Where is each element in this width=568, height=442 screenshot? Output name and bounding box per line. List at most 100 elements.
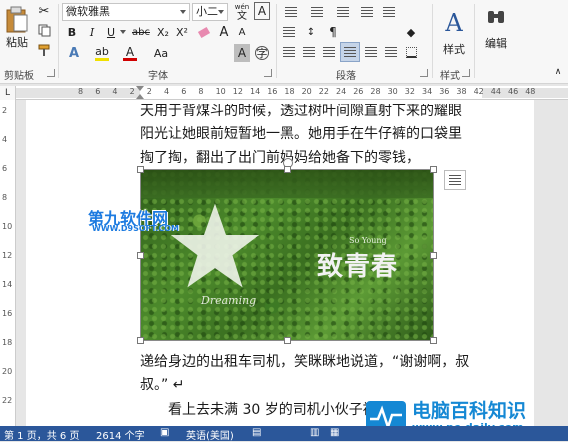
paragraph-group-label: 段落: [336, 71, 356, 82]
paste-button[interactable]: 粘贴: [4, 4, 30, 52]
collapse-ribbon-button[interactable]: ∧: [552, 66, 564, 78]
align-left-button[interactable]: [280, 44, 298, 60]
chinese-layout-button[interactable]: [280, 24, 298, 40]
separator: [432, 4, 433, 78]
enclosed-char-button[interactable]: 字: [254, 44, 270, 62]
borders-button[interactable]: [402, 44, 420, 60]
multilevel-list-button[interactable]: [332, 4, 354, 20]
text-line[interactable]: 看上去未满 30 岁的司机小伙子被: [140, 399, 377, 419]
ruler-number: 4: [2, 135, 8, 144]
text-effects-button[interactable]: A: [64, 44, 84, 62]
format-painter-button[interactable]: [36, 42, 52, 58]
bullets-button[interactable]: [280, 4, 302, 20]
underline-label: U: [106, 25, 116, 39]
paragraph-launcher[interactable]: [420, 69, 428, 77]
editing-button[interactable]: 编辑: [480, 4, 512, 54]
layout-options-button[interactable]: [444, 170, 466, 190]
cut-button[interactable]: ✂: [36, 3, 52, 19]
format-painter-icon: [38, 44, 49, 56]
resize-handle-se[interactable]: [430, 337, 437, 344]
highlight-button[interactable]: ab: [92, 44, 112, 62]
justify-button[interactable]: [340, 42, 360, 62]
font-color-letter: A: [125, 44, 135, 59]
decrease-indent-button[interactable]: [358, 4, 376, 20]
wen-button[interactable]: wén 文: [232, 2, 252, 22]
char-border-button[interactable]: A: [254, 2, 270, 20]
resize-handle-sw[interactable]: [137, 337, 144, 344]
styles-launcher[interactable]: [462, 69, 470, 77]
clipboard-launcher[interactable]: [47, 69, 55, 77]
first-line-indent-marker[interactable]: [136, 86, 144, 91]
strikethrough-button[interactable]: abc: [131, 24, 151, 40]
chevron-down-icon: [218, 10, 224, 14]
ruler-number: 10: [215, 87, 226, 96]
resize-handle-n[interactable]: [284, 166, 291, 173]
styles-group-label: 样式: [440, 71, 460, 82]
numbering-button[interactable]: [306, 4, 328, 20]
ruler-number: 18: [284, 87, 295, 96]
superscript-button[interactable]: X²: [174, 24, 190, 40]
proofing-icon[interactable]: ▣: [160, 427, 169, 438]
font-color-button[interactable]: A: [120, 44, 140, 62]
brand-title: 电脑百科知识: [412, 400, 527, 422]
underline-dropdown[interactable]: [119, 24, 127, 40]
horizontal-ruler[interactable]: 8 6 4 2 2 4 6 8 10 12 14 16 18 20 22 24 26 28 30 32 34 36 38 42…: [16, 86, 568, 100]
shrink-font-char: A: [238, 26, 246, 38]
copy-button[interactable]: [36, 22, 52, 38]
vertical-ruler[interactable]: 2 4 6 8 10 12 14 16 18 20 22: [0, 100, 16, 426]
ruler-number: 48: [525, 87, 536, 96]
ruler-number: 20: [301, 87, 312, 96]
ruler-number: 6: [181, 87, 187, 96]
italic-button[interactable]: I: [84, 24, 100, 40]
chinese-layout-icon: [283, 27, 295, 37]
resize-handle-w[interactable]: [137, 252, 144, 259]
font-size-dropdown[interactable]: 小二: [192, 3, 228, 21]
line-spacing-button[interactable]: [382, 44, 400, 60]
font-launcher[interactable]: [264, 69, 272, 77]
change-case-button[interactable]: Aa: [148, 44, 174, 62]
styles-icon: A: [445, 9, 463, 37]
ruler-number: 4: [112, 87, 118, 96]
char-shading-button[interactable]: A: [234, 44, 250, 62]
macro-icon[interactable]: ▤: [252, 427, 261, 438]
text-line[interactable]: 叔。” ↵: [140, 374, 184, 394]
distributed-button[interactable]: [362, 44, 380, 60]
numbering-icon: [311, 7, 323, 17]
grow-font-button[interactable]: A: [216, 24, 232, 40]
language-status[interactable]: 英语(美国): [186, 427, 234, 442]
resize-handle-nw[interactable]: [137, 166, 144, 173]
text-line[interactable]: 阳光让她眼前短暂地一黑。她用手在牛仔裤的口袋里: [140, 123, 462, 143]
font-name-dropdown[interactable]: 微软雅黑: [62, 3, 190, 21]
align-center-icon: [303, 47, 315, 57]
watermark-site-url: WWW.D9SOFT.COM: [92, 224, 180, 233]
shrink-font-button[interactable]: A: [234, 24, 250, 40]
subscript-button[interactable]: X₂: [155, 24, 171, 40]
copy-icon: [38, 24, 50, 36]
align-center-button[interactable]: [300, 44, 318, 60]
increase-indent-button[interactable]: [380, 4, 398, 20]
binoculars-icon: [488, 11, 504, 23]
multilevel-list-icon: [337, 7, 349, 17]
tab-selector[interactable]: L: [0, 86, 16, 100]
text-line[interactable]: 递给身边的出租车司机，笑眯眯地说道，“谢谢啊，叔: [140, 351, 469, 371]
resize-handle-s[interactable]: [284, 337, 291, 344]
resize-handle-e[interactable]: [430, 252, 437, 259]
clipboard-icon: [6, 6, 28, 33]
clear-format-button[interactable]: [196, 24, 212, 40]
text-line[interactable]: 掏了掏，翻出了出门前妈妈给她备下的零钱，: [140, 147, 420, 167]
styles-button[interactable]: A 样式: [436, 4, 472, 62]
read-mode-view-icon[interactable]: ▥: [310, 427, 319, 438]
underline-button[interactable]: U: [103, 24, 119, 40]
page-count[interactable]: 第 1 页，共 6 页: [4, 427, 79, 442]
left-indent-marker[interactable]: [136, 94, 144, 99]
separator: [474, 4, 475, 78]
align-right-button[interactable]: [320, 44, 338, 60]
word-count[interactable]: 2614 个字: [96, 427, 145, 442]
sort-button[interactable]: ↕: [302, 24, 320, 40]
print-layout-view-icon[interactable]: ▦: [330, 427, 339, 438]
show-marks-button[interactable]: ¶: [324, 24, 342, 40]
resize-handle-ne[interactable]: [430, 166, 437, 173]
shading-button[interactable]: ◆: [402, 24, 420, 40]
bold-button[interactable]: B: [64, 24, 80, 40]
scissors-icon: ✂: [38, 3, 50, 19]
